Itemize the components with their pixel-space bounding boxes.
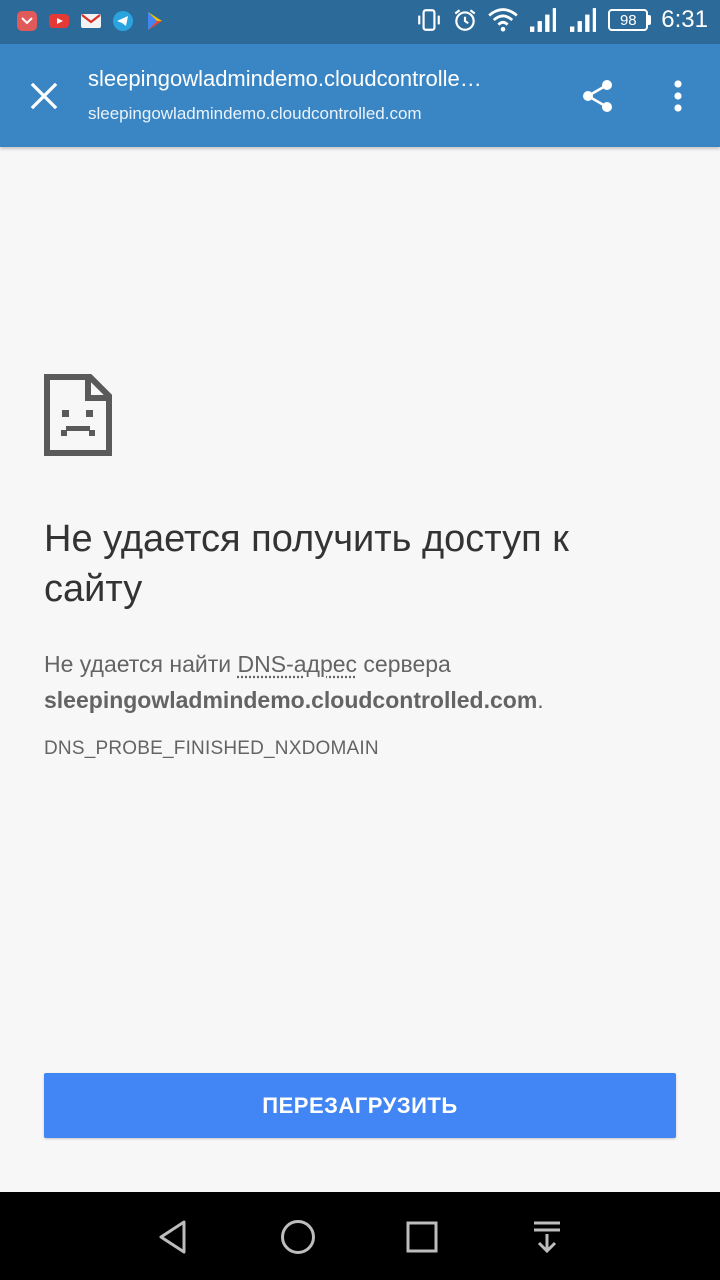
signal-icon [570, 8, 597, 32]
recents-icon [406, 1221, 438, 1253]
alarm-icon [454, 9, 476, 31]
notification-pull-icon [534, 1221, 560, 1254]
battery-level: 98 [608, 9, 649, 31]
battery-indicator: 98 [608, 9, 652, 31]
error-message-prefix: Не удается найти [44, 651, 232, 677]
gmail-icon [81, 14, 101, 28]
vibrate-icon [418, 9, 441, 31]
page-title: sleepingowladmindemo.cloudcontrolled.com [88, 66, 488, 91]
play-store-icon [148, 12, 162, 30]
error-code: DNS_PROBE_FINISHED_NXDOMAIN [44, 738, 379, 759]
sad-page-icon [44, 374, 112, 456]
overflow-menu-button[interactable] [656, 72, 700, 120]
wifi-icon [488, 8, 519, 32]
error-message-suffix: сервера [363, 651, 451, 677]
error-message: Не удается найти DNS-адрес сервера sleep… [44, 646, 684, 718]
recents-button[interactable] [397, 1212, 447, 1262]
back-button[interactable] [148, 1212, 198, 1262]
share-icon [583, 80, 612, 112]
navigation-bar [0, 1192, 720, 1280]
notification-icons [16, 10, 166, 32]
page-url: sleepingowladmindemo.cloudcontrolled.com [88, 104, 422, 123]
close-icon [30, 82, 58, 110]
error-heading: Не удается получить доступ к сайту [44, 518, 569, 610]
status-time: 6:31 [661, 6, 708, 33]
more-vert-icon [674, 80, 682, 112]
dns-abbr: DNS-адрес [237, 651, 358, 677]
status-bar: 98 6:31 [0, 0, 720, 44]
missed-call-icon [17, 11, 37, 31]
close-button[interactable] [22, 74, 66, 118]
home-button[interactable] [273, 1212, 323, 1262]
back-icon [159, 1220, 186, 1254]
share-button[interactable] [574, 72, 622, 120]
notification-pull-button[interactable] [522, 1212, 572, 1262]
error-host-period: . [537, 687, 544, 713]
home-icon [281, 1220, 315, 1254]
reload-button[interactable]: ПЕРЕЗАГРУЗИТЬ [44, 1073, 676, 1138]
app-bar: sleepingowladmindemo.cloudcontrolled.com… [0, 44, 720, 147]
youtube-icon [49, 14, 69, 28]
error-host: sleepingowladmindemo.cloudcontrolled.com [44, 687, 538, 713]
telegram-icon [113, 11, 133, 31]
signal-icon [530, 8, 557, 32]
system-status: 98 6:31 [416, 6, 708, 34]
